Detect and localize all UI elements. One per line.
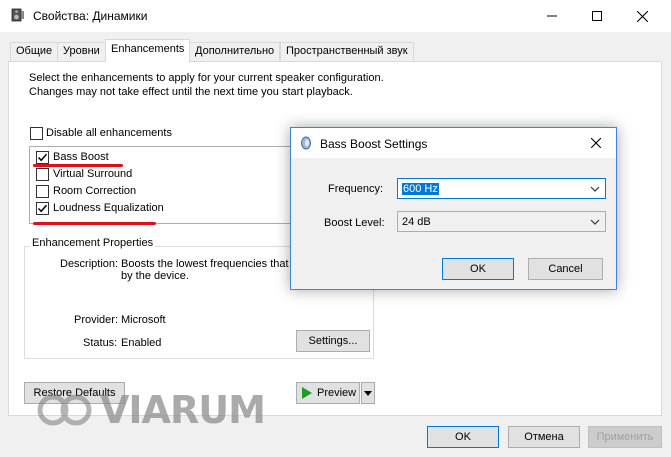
window-title: Свойства: Динамики <box>33 9 148 23</box>
bass-boost-underline <box>33 164 123 167</box>
disable-all-checkbox[interactable] <box>30 127 43 140</box>
play-icon <box>302 387 312 399</box>
tab-spatial-sound[interactable]: Пространственный звук <box>280 42 414 61</box>
close-icon <box>590 137 602 149</box>
apply-button[interactable]: Применить <box>588 426 662 448</box>
status-value: Enabled <box>121 337 162 349</box>
disable-all-label: Disable all enhancements <box>46 127 172 139</box>
boost-level-label: Boost Level: <box>324 217 385 229</box>
speaker-icon <box>11 8 25 22</box>
boost-level-select[interactable]: 24 dB <box>397 211 606 232</box>
provider-label: Provider: <box>74 314 119 326</box>
maximize-icon <box>592 11 602 21</box>
chevron-down-icon <box>590 219 600 225</box>
provider-value: Microsoft <box>121 314 166 326</box>
loudness-equalization-label: Loudness Equalization <box>53 202 164 214</box>
tab-levels[interactable]: Уровни <box>57 42 106 61</box>
dialog-ok-button[interactable]: OK <box>442 258 514 280</box>
bass-boost-label: Bass Boost <box>53 151 109 163</box>
tab-enhancements[interactable]: Enhancements <box>105 39 191 62</box>
dialog-cancel-button[interactable]: Cancel <box>528 258 603 280</box>
tab-advanced[interactable]: Дополнительно <box>189 42 281 61</box>
close-icon <box>636 10 648 22</box>
bass-boost-settings-dialog: Bass Boost Settings Frequency: 600 Hz Bo… <box>290 127 617 290</box>
preview-dropdown-button[interactable] <box>361 382 375 404</box>
tab-general[interactable]: Общие <box>10 42 59 61</box>
room-correction-checkbox[interactable] <box>36 185 49 198</box>
checkmark-icon <box>37 153 48 162</box>
ok-button[interactable]: OK <box>427 426 499 448</box>
description-value-line2: by the device. <box>121 270 189 282</box>
maximize-button[interactable] <box>575 0 619 32</box>
minimize-icon <box>547 15 557 17</box>
viarum-logo-icon <box>36 393 100 430</box>
cancel-button[interactable]: Отмена <box>508 426 580 448</box>
boost-level-value: 24 dB <box>402 215 431 228</box>
minimize-button[interactable] <box>530 0 574 32</box>
speaker-icon <box>299 136 313 150</box>
watermark-text: VIARUM <box>100 388 266 432</box>
virtual-surround-checkbox[interactable] <box>36 168 49 181</box>
room-correction-label: Room Correction <box>53 185 137 197</box>
dropdown-arrow-icon <box>364 390 372 396</box>
dialog-title: Bass Boost Settings <box>320 137 428 151</box>
close-button[interactable] <box>620 0 664 32</box>
bass-boost-checkbox[interactable] <box>36 151 49 164</box>
chevron-down-icon <box>590 186 600 192</box>
status-label: Status: <box>83 337 118 349</box>
preview-label: Preview <box>317 387 357 399</box>
frequency-value: 600 Hz <box>402 182 439 195</box>
preview-button[interactable]: Preview <box>296 382 360 404</box>
enhancement-properties-legend: Enhancement Properties <box>30 237 156 249</box>
loudness-equalization-checkbox[interactable] <box>36 202 49 215</box>
description-label: Description: <box>60 258 119 270</box>
checkmark-icon <box>37 204 48 213</box>
frequency-label: Frequency: <box>328 183 384 195</box>
description-value: Boosts the lowest frequencies that <box>121 258 289 270</box>
dialog-close-button[interactable] <box>590 135 602 153</box>
loudness-equalization-underline <box>33 222 156 225</box>
frequency-select[interactable]: 600 Hz <box>397 178 606 199</box>
virtual-surround-label: Virtual Surround <box>53 168 133 180</box>
intro-text: Select the enhancements to apply for you… <box>29 72 384 98</box>
settings-button[interactable]: Settings... <box>296 330 370 352</box>
